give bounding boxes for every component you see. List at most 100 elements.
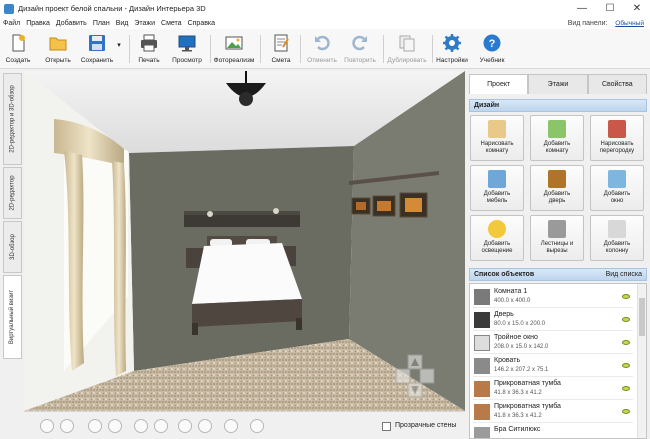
menu-plan[interactable]: План (93, 20, 110, 27)
zoom-100-button[interactable] (40, 419, 54, 433)
maximize-button[interactable]: ☐ (597, 0, 623, 17)
tab-3d-view[interactable]: 3D-обзор (3, 221, 22, 273)
design-section-header: Дизайн (469, 99, 647, 112)
tab-2d-and-3d-label: 2D-редактор и 3D-обзор (9, 85, 16, 153)
rotate-right-icon[interactable] (198, 419, 212, 433)
object-list-title: Список объектов (474, 271, 535, 278)
home-icon[interactable] (250, 419, 264, 433)
object-name: Прикроватная тумба (494, 403, 561, 410)
menu-add[interactable]: Добавить (56, 20, 87, 27)
visibility-eye-icon[interactable] (622, 363, 630, 368)
object-dims: 146.2 x 207.2 x 75.1 (494, 367, 549, 373)
add-furniture-button[interactable]: Добавить мебель (470, 165, 524, 211)
walk-left-icon[interactable] (134, 419, 148, 433)
photoreal-button[interactable]: Фотореализм (214, 31, 254, 67)
panel-view-value[interactable]: Обычный (615, 20, 644, 27)
pan-hand-icon[interactable] (60, 419, 74, 433)
create-label: Создать (5, 57, 31, 64)
list-item[interactable]: Комната 1 400.0 x 400.0 (473, 286, 633, 308)
add-window-label: Добавить окно (603, 191, 631, 204)
menu-help[interactable]: Справка (188, 20, 215, 27)
view-mode-tabs: 2D-редактор и 3D-обзор 2D-редактор 3D-об… (0, 71, 24, 411)
create-button[interactable]: Создать (5, 31, 31, 67)
visibility-eye-icon[interactable] (622, 386, 630, 391)
tab-2d-editor-label: 2D-редактор (9, 175, 16, 211)
object-list-scrollbar[interactable] (637, 284, 646, 438)
draw-room-label: Нарисовать комнату (480, 141, 514, 154)
tab-virtual-visit[interactable]: Виртуальный визит (3, 275, 22, 359)
nightstand-icon (474, 404, 490, 420)
tab-2d-and-3d[interactable]: 2D-редактор и 3D-обзор (3, 73, 22, 165)
duplicate-button[interactable]: Дублировать (386, 31, 428, 67)
redo-button[interactable]: Повторить (342, 31, 378, 67)
toolbar-separator (260, 35, 261, 63)
3d-viewport[interactable] (24, 71, 465, 411)
chevron-down-icon: ▾ (117, 42, 121, 49)
rotate-left-icon[interactable] (178, 419, 192, 433)
transparent-walls-checkbox[interactable] (382, 422, 391, 431)
list-view-toggle[interactable]: Вид списка (606, 271, 642, 278)
tab-floors[interactable]: Этажи (528, 74, 588, 94)
menu-estimate[interactable]: Смета (161, 20, 182, 27)
toolbar-separator (129, 35, 130, 63)
open-button[interactable]: Открыть (42, 31, 74, 67)
list-item[interactable]: Бра Ситилюкс (473, 424, 633, 438)
tab-project[interactable]: Проект (469, 74, 529, 94)
walk-right-icon[interactable] (154, 419, 168, 433)
minimize-button[interactable]: — (569, 0, 595, 17)
visibility-eye-icon[interactable] (622, 294, 630, 299)
menu-file[interactable]: Файл (3, 20, 20, 27)
estimate-label: Смета (271, 57, 291, 64)
column-icon (608, 220, 626, 238)
visibility-eye-icon[interactable] (622, 317, 630, 322)
list-item[interactable]: Кровать 146.2 x 207.2 x 75.1 (473, 355, 633, 377)
settings-button[interactable]: Настройки (435, 31, 469, 67)
draw-room-button[interactable]: Нарисовать комнату (470, 115, 524, 161)
menu-floors[interactable]: Этажи (134, 20, 155, 27)
estimate-button[interactable]: Смета (268, 31, 294, 67)
list-item[interactable]: Прикроватная тумба 41.8 x 36.3 x 41.2 (473, 401, 633, 423)
scrollbar-thumb[interactable] (639, 298, 645, 336)
object-dims: 208.0 x 15.0 x 142.0 (494, 344, 549, 350)
zoom-in-icon[interactable] (108, 419, 122, 433)
list-item[interactable]: Тройное окно 208.0 x 15.0 x 142.0 (473, 332, 633, 354)
add-door-label: Добавить дверь (543, 191, 571, 204)
printer-icon (141, 34, 157, 52)
add-window-button[interactable]: Добавить окно (590, 165, 644, 211)
close-button[interactable]: ✕ (624, 0, 650, 17)
add-lighting-button[interactable]: Добавить освещение (470, 215, 524, 261)
menu-edit[interactable]: Правка (26, 20, 50, 27)
preview-button[interactable]: Просмотр (171, 31, 203, 67)
zoom-out-icon[interactable] (88, 419, 102, 433)
app-icon (4, 3, 14, 14)
save-dropdown[interactable]: ▾ (115, 31, 123, 67)
lightbulb-icon[interactable] (224, 419, 238, 433)
print-button[interactable]: Печать (136, 31, 162, 67)
undo-button[interactable]: Отменить (305, 31, 339, 67)
menu-view[interactable]: Вид (116, 20, 129, 27)
add-door-button[interactable]: Добавить дверь (530, 165, 584, 211)
design-section-title: Дизайн (474, 102, 500, 109)
object-name: Тройное окно (494, 334, 538, 341)
stairs-button[interactable]: Лестницы и вырезы (530, 215, 584, 261)
object-dims: 400.0 x 400.0 (494, 298, 531, 304)
draw-partition-button[interactable]: Нарисовать перегородку (590, 115, 644, 161)
object-list: Комната 1 400.0 x 400.0 Дверь 80.0 x 15.… (469, 283, 647, 439)
tutorial-button[interactable]: ? Учебник (476, 31, 508, 67)
add-furniture-label: Добавить мебель (483, 191, 511, 204)
visibility-eye-icon[interactable] (622, 409, 630, 414)
tab-3d-view-label: 3D-обзор (9, 234, 16, 260)
armchair-icon (488, 170, 506, 188)
add-room-button[interactable]: Добавить комнату (530, 115, 584, 161)
tab-properties[interactable]: Свойства (587, 74, 647, 94)
lamp-icon (488, 220, 506, 238)
window-icon (474, 335, 490, 351)
tab-2d-editor[interactable]: 2D-редактор (3, 167, 22, 219)
save-button[interactable]: Сохранить (80, 31, 114, 67)
list-item[interactable]: Дверь 80.0 x 15.0 x 200.0 (473, 309, 633, 331)
add-column-button[interactable]: Добавить колонну (590, 215, 644, 261)
door-icon (548, 170, 566, 188)
visibility-eye-icon[interactable] (622, 340, 630, 345)
list-item[interactable]: Прикроватная тумба 41.8 x 36.3 x 41.2 (473, 378, 633, 400)
undo-icon (315, 35, 330, 51)
